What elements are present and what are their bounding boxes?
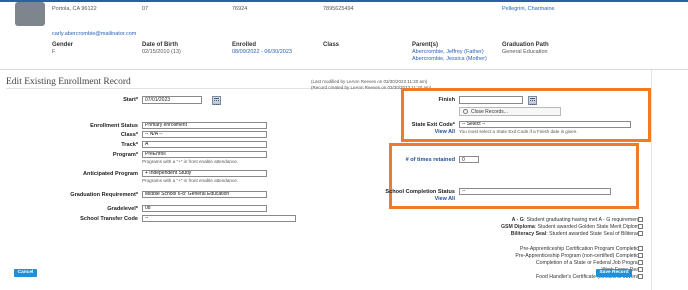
start-label: Start*	[123, 97, 138, 103]
checkbox-label-job-program: Completion of a State or Federal Job Pro…	[535, 260, 642, 266]
checkbox-label-gsm: GSM Diploma: Student awarded Golden Stat…	[500, 224, 642, 230]
close-records-label: Close Records...	[471, 109, 508, 115]
enrollment-status-select[interactable]: Primary enrollment	[142, 122, 267, 129]
school-id: 76924	[232, 6, 248, 12]
checkbox-preapp-noncert[interactable]	[638, 253, 643, 258]
checkbox-workforce[interactable]	[638, 267, 643, 272]
checkbox-job-program[interactable]	[638, 260, 643, 265]
parents-label: Parent(s)	[412, 42, 439, 48]
graduation-requirement-label: Graduation Requirement*	[70, 192, 138, 198]
student-email-link[interactable]: carly.abercrombie@mailinator.com	[52, 31, 136, 37]
state-exit-view-all-link[interactable]: View All	[435, 129, 455, 135]
program-label: Program*	[112, 152, 138, 158]
track-select[interactable]: A	[142, 141, 267, 148]
school-completion-label: School Completion Status	[385, 189, 455, 195]
dob-label: Date of Birth	[142, 42, 178, 48]
completion-highlight-box	[389, 143, 639, 209]
state-student-id: 7895625494	[323, 6, 354, 12]
checkbox-ag[interactable]	[638, 217, 643, 222]
finish-calendar-icon[interactable]	[528, 96, 537, 105]
class-label: Class	[323, 42, 340, 48]
gradelevel-label: Gradelevel*	[107, 206, 138, 212]
anticipated-program-label: Anticipated Program	[82, 171, 138, 177]
parent-father-link[interactable]: Abercrombie, Jeffrey (Father)	[412, 49, 484, 55]
gender-value: F	[52, 49, 56, 55]
anticipated-program-select[interactable]: + Independent Study	[142, 170, 267, 177]
content-edge	[651, 70, 652, 290]
student-header-card: Portola, CA 96122 07 76924 7895625494 Pe…	[0, 0, 688, 70]
save-record-button[interactable]: Save Record	[596, 269, 632, 277]
dob-value: 02/15/2010 (13)	[142, 49, 181, 55]
enrolled-link[interactable]: 08/09/2022 - 06/30/2023	[232, 49, 292, 55]
finish-date-input[interactable]	[459, 96, 523, 104]
student-photo	[15, 2, 45, 26]
finish-label: Finish	[438, 97, 455, 103]
checkbox-food-handler[interactable]	[638, 274, 643, 279]
enrolled-label: Enrolled	[232, 42, 257, 48]
checkbox-label-preapp-noncert: Pre-Apprenticeship Program (non-certifie…	[515, 253, 642, 259]
program-help: Programs with a "+" in front enable atte…	[142, 159, 239, 164]
track-label: Track*	[121, 142, 138, 148]
times-retained-label: # of times retained	[405, 157, 455, 163]
anticipated-program-help: Programs with a "+" in front enable atte…	[142, 178, 239, 183]
state-exit-select[interactable]: -- Select --	[459, 121, 631, 128]
graduation-path-value: General Education	[502, 49, 548, 55]
staff-link[interactable]: Pellegrini, Charmaine	[502, 6, 555, 12]
class-select[interactable]: -- N/A --	[142, 131, 267, 138]
checkbox-gsm[interactable]	[638, 224, 643, 229]
school-completion-select[interactable]: --	[459, 188, 611, 195]
times-retained-input[interactable]: 0	[459, 156, 479, 163]
modified-note: (Last modified by LeAnn Reeves on 03/30/…	[311, 79, 428, 84]
class-field-label: Class*	[120, 132, 138, 138]
checkbox-label-preapp-cert: Pre-Apprenticeship Certification Program…	[520, 246, 642, 252]
cancel-button[interactable]: Cancel	[14, 269, 37, 277]
enrollment-status-label: Enrollment Status	[90, 123, 138, 129]
school-transfer-label: School Transfer Code	[80, 216, 138, 222]
gradelevel-select[interactable]: 08	[142, 205, 267, 212]
gender-label: Gender	[52, 42, 74, 48]
student-grade: 07	[142, 6, 149, 12]
graduation-path-label: Graduation Path	[502, 42, 549, 48]
state-exit-help: You must select a State Exit Code if a F…	[459, 129, 578, 134]
school-transfer-select[interactable]: --	[142, 215, 296, 222]
parent-mother-link[interactable]: Abercrombie, Jessica (Mother)	[412, 56, 487, 62]
program-select[interactable]: PreEnroll	[142, 151, 267, 158]
checkbox-label-biliteracy: Biliteracy Seal: Student awarded State S…	[510, 231, 642, 237]
page-title: Edit Existing Enrollment Record	[6, 77, 131, 87]
checkbox-biliteracy[interactable]	[638, 231, 643, 236]
close-records-button[interactable]: Close Records...	[459, 107, 561, 116]
start-calendar-icon[interactable]	[212, 96, 221, 105]
checkbox-label-ag: A - G: Student graduating having met A -…	[511, 217, 642, 223]
state-exit-label: State Exit Code*	[411, 122, 455, 128]
student-address: Portola, CA 96122	[52, 6, 97, 12]
checkbox-preapp-cert[interactable]	[638, 246, 643, 251]
school-completion-view-all-link[interactable]: View All	[435, 196, 455, 202]
graduation-requirement-select[interactable]: Middle School 6-8: General Education	[142, 191, 267, 198]
start-date-input[interactable]: 07/01/2023	[142, 96, 202, 104]
close-records-radio-icon[interactable]	[463, 109, 468, 114]
